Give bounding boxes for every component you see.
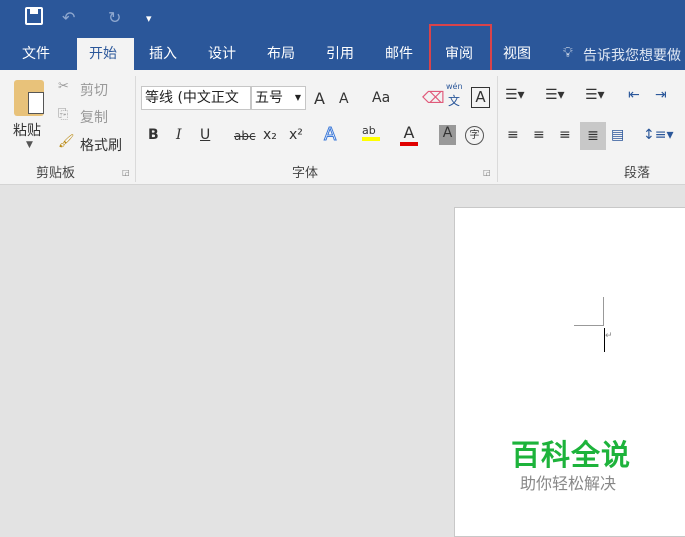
- chevron-down-icon: ▼: [294, 93, 301, 102]
- paragraph-mark: ↵: [605, 331, 613, 341]
- superscript-button[interactable]: x²: [289, 127, 303, 143]
- brush-icon: 🖌︎: [58, 134, 75, 149]
- line-spacing-icon[interactable]: ↕≡▾: [643, 127, 674, 143]
- grow-font-button[interactable]: A: [314, 89, 325, 108]
- format-painter-button[interactable]: 格式刷: [80, 135, 122, 155]
- shrink-font-button[interactable]: A: [339, 91, 349, 107]
- cut-button[interactable]: 剪切: [80, 80, 108, 100]
- decrease-indent-icon[interactable]: ⇤: [628, 87, 640, 103]
- dialog-launcher-icon[interactable]: ◲: [483, 168, 491, 177]
- tab-home[interactable]: 开始: [77, 38, 134, 70]
- distributed-icon[interactable]: ▤: [611, 127, 624, 143]
- font-name-select[interactable]: 等线 (中文正文: [141, 86, 251, 110]
- tab-layout[interactable]: 布局: [255, 38, 307, 70]
- justify-icon[interactable]: ≣: [580, 122, 606, 150]
- customize-qat-icon[interactable]: ▾: [146, 12, 152, 25]
- tab-mailings[interactable]: 邮件: [373, 38, 425, 70]
- tab-insert[interactable]: 插入: [137, 38, 189, 70]
- clipboard-group-label: 剪贴板: [36, 166, 76, 181]
- font-name-value: 等线 (中文正文: [145, 90, 239, 106]
- paste-dropdown-icon[interactable]: ▼: [26, 140, 33, 150]
- align-right-icon[interactable]: ≡: [559, 127, 571, 143]
- align-center-icon[interactable]: ≡: [533, 127, 545, 143]
- paragraph-group-label: 段落: [624, 166, 651, 181]
- lightbulb-icon: 💡︎: [563, 45, 573, 61]
- subscript-button[interactable]: x₂: [263, 127, 277, 143]
- underline-button[interactable]: U: [200, 127, 210, 143]
- phonetic-top: wén: [446, 82, 463, 91]
- numbering-icon[interactable]: ☰▾: [545, 87, 565, 103]
- font-size-value: 五号: [255, 90, 283, 106]
- bold-button[interactable]: B: [148, 127, 159, 143]
- watermark-subtitle: 助你轻松解决: [520, 474, 617, 493]
- clear-format-icon[interactable]: ⌫: [422, 88, 445, 107]
- bullets-icon[interactable]: ☰▾: [505, 87, 525, 103]
- save-icon[interactable]: [25, 7, 43, 25]
- text-effects-button[interactable]: A: [323, 124, 336, 146]
- scissors-icon: ✂: [58, 79, 69, 94]
- enclose-characters-button[interactable]: 字: [465, 126, 484, 145]
- character-border-button[interactable]: A: [471, 87, 490, 108]
- change-case-button[interactable]: Aa: [372, 90, 390, 106]
- tab-file[interactable]: 文件: [10, 38, 62, 70]
- tab-references[interactable]: 引用: [314, 38, 366, 70]
- strikethrough-button[interactable]: abc: [234, 129, 256, 143]
- paste-icon[interactable]: [14, 80, 44, 116]
- increase-indent-icon[interactable]: ⇥: [655, 87, 667, 103]
- ribbon: 粘贴 ▼ ✂ 剪切 ⎘ 复制 🖌︎ 格式刷 剪贴板 ◲ 等线 (中文正文 五号 ▼…: [0, 70, 685, 185]
- font-color-button[interactable]: A: [400, 123, 418, 146]
- italic-button[interactable]: I: [176, 127, 182, 143]
- tab-view[interactable]: 视图: [491, 38, 543, 70]
- paste-button[interactable]: 粘贴: [13, 120, 41, 140]
- multilevel-list-icon[interactable]: ☰▾: [585, 87, 605, 103]
- align-left-icon[interactable]: ≡: [507, 127, 519, 143]
- undo-icon[interactable]: ↶: [62, 8, 75, 27]
- document-page[interactable]: ↵ 百科全说 助你轻松解决: [454, 207, 685, 537]
- tell-me-input[interactable]: 告诉我您想要做: [583, 45, 681, 65]
- highlight-button[interactable]: ab: [362, 124, 380, 141]
- phonetic-guide-button[interactable]: 文: [448, 92, 460, 109]
- watermark-title: 百科全说: [511, 438, 632, 472]
- copy-button[interactable]: 复制: [80, 107, 108, 127]
- redo-icon[interactable]: ↻: [108, 8, 121, 27]
- copy-icon: ⎘: [58, 107, 69, 122]
- tab-design[interactable]: 设计: [196, 38, 248, 70]
- font-size-select[interactable]: 五号 ▼: [251, 86, 306, 110]
- font-group-label: 字体: [292, 166, 319, 181]
- character-shading-button[interactable]: A: [439, 125, 456, 145]
- dialog-launcher-icon[interactable]: ◲: [122, 168, 130, 177]
- margin-corner-mark: [603, 297, 604, 326]
- margin-corner-mark: [574, 325, 603, 326]
